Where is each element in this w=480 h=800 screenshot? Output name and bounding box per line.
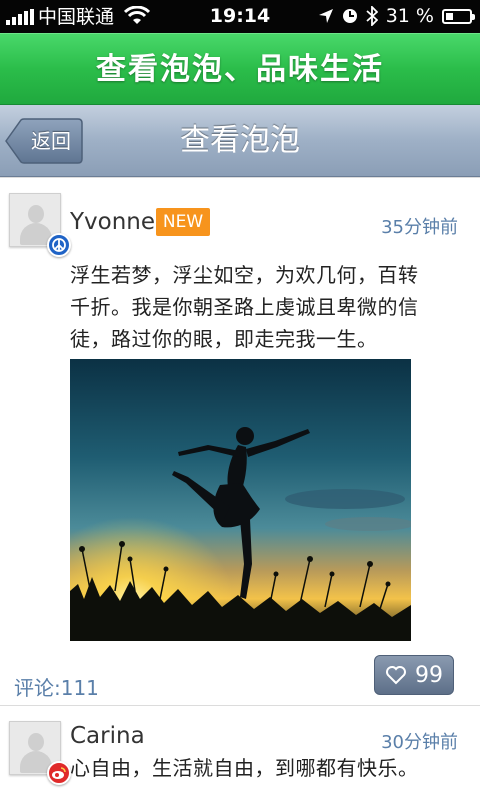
promo-banner: 查看泡泡、品味生活 bbox=[0, 33, 480, 105]
comments-count[interactable]: 评论:111 bbox=[14, 672, 99, 701]
post-text-line: 心自由，生活就自由，到哪都有快乐。 bbox=[70, 756, 419, 780]
weibo-icon bbox=[47, 761, 71, 785]
navigation-bar: 返回 查看泡泡 bbox=[0, 105, 480, 177]
username[interactable]: Yvonne bbox=[70, 209, 155, 235]
alarm-clock-icon bbox=[342, 9, 357, 23]
post-time: 30分钟前 bbox=[381, 732, 458, 753]
location-arrow-icon bbox=[318, 9, 333, 23]
post-text: 浮生若梦，浮尘如空，为欢几何，百转 千折。我是你朝圣路上虔诚且卑微的信 徒，路过… bbox=[70, 259, 460, 355]
battery-icon bbox=[442, 8, 475, 24]
bluetooth-icon bbox=[366, 6, 378, 26]
post-text-line: 浮生若梦，浮尘如空，为欢几何，百转 bbox=[70, 263, 419, 287]
post-text: 心自由，生活就自由，到哪都有快乐。 bbox=[70, 752, 460, 784]
post-time: 35分钟前 bbox=[381, 217, 458, 238]
bubble-feed[interactable]: Yvonne NEW 35分钟前 浮生若梦，浮尘如空，为欢几何，百转 千折。我是… bbox=[0, 177, 480, 800]
post-divider bbox=[0, 177, 480, 178]
post-item[interactable]: Carina 30分钟前 心自由，生活就自由，到哪都有快乐。 bbox=[0, 706, 480, 800]
ballerina-silhouette-image bbox=[70, 359, 411, 641]
page-title: 查看泡泡 bbox=[180, 123, 300, 158]
status-bar: 中国联通 19:14 31 % bbox=[0, 0, 480, 33]
post-text-line: 千折。我是你朝圣路上虔诚且卑微的信 bbox=[70, 295, 419, 319]
post-text-line: 徒，路过你的眼，即走完我一生。 bbox=[70, 327, 378, 351]
heart-icon bbox=[386, 666, 406, 685]
battery-percent: 31 % bbox=[385, 5, 434, 27]
new-badge: NEW bbox=[156, 208, 210, 236]
peace-sign-icon bbox=[47, 233, 71, 257]
like-count: 99 bbox=[415, 662, 443, 688]
username[interactable]: Carina bbox=[70, 723, 145, 749]
like-button[interactable]: 99 bbox=[374, 655, 454, 695]
post-photo[interactable] bbox=[70, 359, 411, 641]
